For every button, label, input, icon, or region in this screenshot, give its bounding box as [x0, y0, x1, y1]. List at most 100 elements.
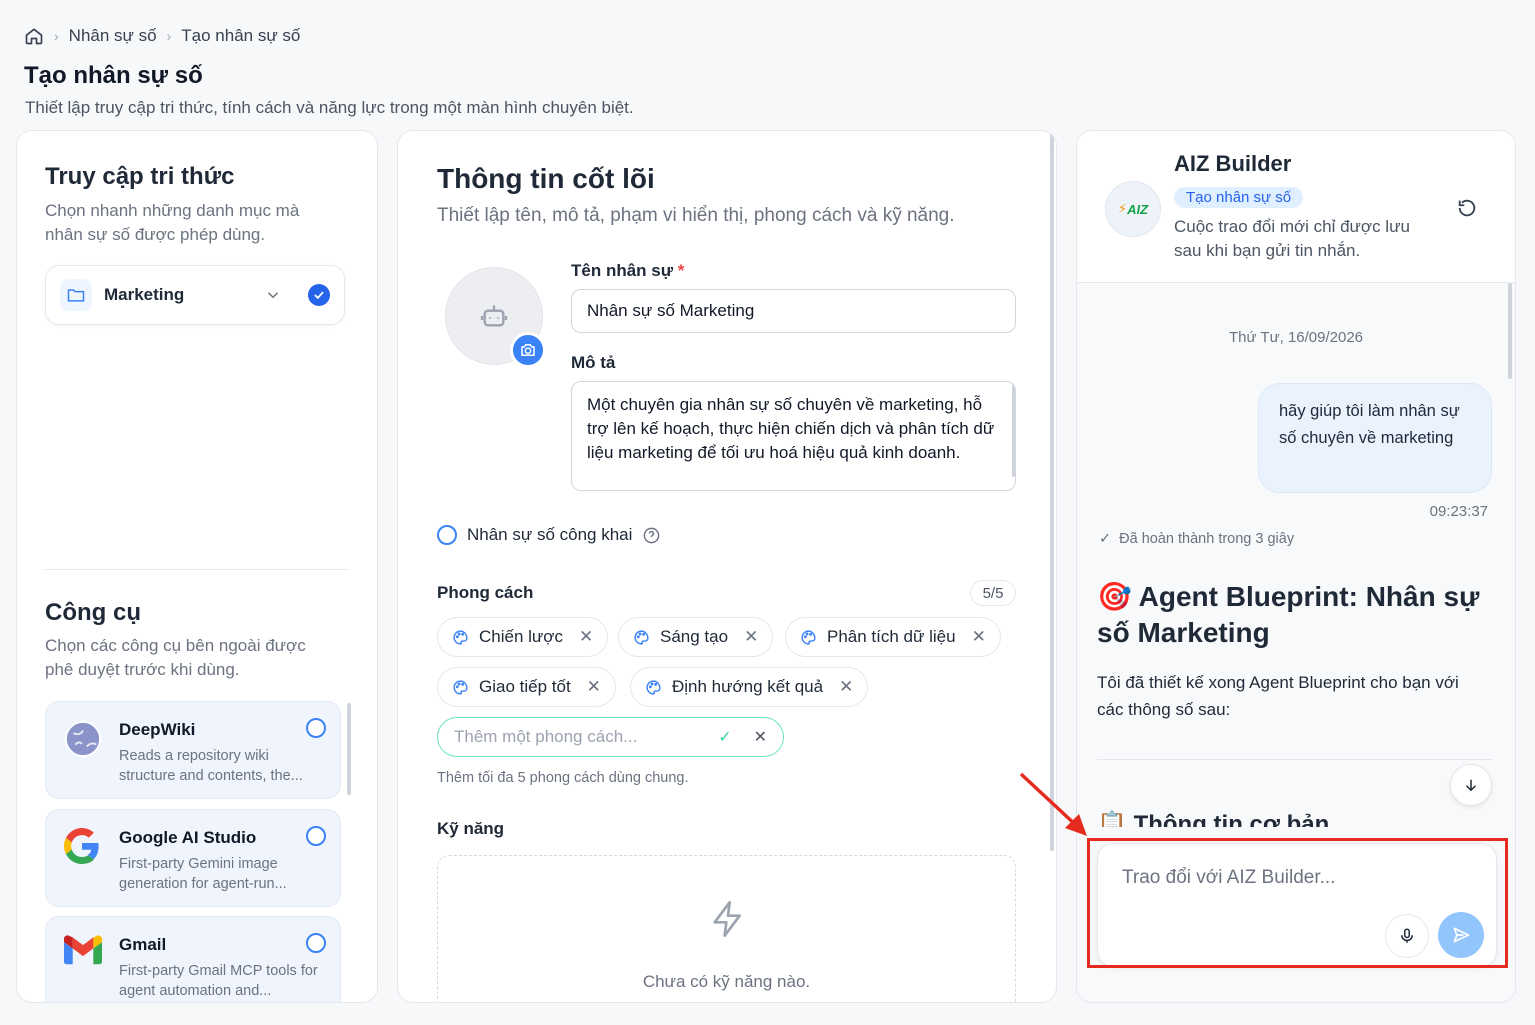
confirm-icon[interactable]: ✓ — [718, 727, 731, 747]
chat-composer[interactable]: Trao đổi với AIZ Builder... — [1097, 843, 1497, 967]
skills-label: Kỹ năng — [437, 819, 505, 838]
core-title: Thông tin cốt lõi — [437, 163, 655, 194]
remove-chip-icon[interactable]: ✕ — [972, 627, 986, 647]
blueprint-heading: 🎯 Agent Blueprint: Nhân sự số Marketing — [1097, 581, 1480, 648]
description-textarea[interactable]: Một chuyên gia nhân sự số chuyên về mark… — [571, 381, 1016, 491]
remove-chip-icon[interactable]: ✕ — [579, 627, 593, 647]
send-button[interactable] — [1438, 912, 1484, 958]
divider — [45, 569, 349, 570]
textarea-scrollbar — [1012, 385, 1015, 477]
arrow-annotation-icon — [1019, 772, 1087, 836]
tool-name: DeepWiki — [119, 720, 196, 739]
knowledge-desc: Chọn nhanh những danh mục mà nhân sự số đ… — [45, 201, 300, 244]
page-title: Tạo nhân sự số — [24, 62, 203, 89]
aiz-logo: ⚡ AIZ — [1105, 181, 1161, 237]
tool-desc: Reads a repository wiki structure and co… — [119, 748, 303, 784]
style-count-badge: 5/5 — [970, 580, 1016, 606]
chevron-down-icon[interactable] — [264, 286, 282, 304]
name-label: Tên nhân sự * — [571, 261, 685, 280]
divider — [1097, 759, 1493, 760]
chevron-right-icon: › — [166, 28, 172, 44]
style-chip: Giao tiếp tốt ✕ — [437, 667, 616, 707]
palette-icon — [634, 629, 649, 645]
add-style-placeholder: Thêm một phong cách... — [454, 727, 638, 746]
target-icon: 🎯 — [1097, 581, 1132, 612]
remove-chip-icon[interactable]: ✕ — [744, 627, 758, 647]
palette-icon — [801, 629, 816, 645]
style-chip: Phân tích dữ liệu ✕ — [785, 617, 1001, 657]
camera-icon[interactable] — [510, 332, 546, 368]
tool-radio[interactable] — [306, 718, 326, 738]
folder-icon — [60, 279, 92, 311]
breadcrumb-item-current: Tạo nhân sự số — [181, 26, 301, 45]
public-toggle[interactable]: Nhân sự số công khai — [437, 525, 661, 545]
remove-chip-icon[interactable]: ✕ — [839, 677, 853, 697]
chat-header: ⚡ AIZ AIZ Builder Tạo nhân sự số Cuộc tra… — [1077, 131, 1515, 283]
chat-input[interactable]: Trao đổi với AIZ Builder... — [1122, 867, 1335, 889]
style-chip: Định hướng kết quả ✕ — [630, 667, 869, 707]
add-style-input[interactable]: Thêm một phong cách... ✓ ✕ — [437, 717, 784, 757]
remove-chip-icon[interactable]: ✕ — [587, 677, 601, 697]
description-label: Mô tả — [571, 353, 616, 372]
microphone-button[interactable] — [1385, 914, 1429, 958]
chevron-right-icon: › — [54, 28, 59, 44]
style-chip-label: Sáng tạo — [660, 627, 729, 646]
help-icon[interactable] — [642, 526, 661, 545]
palette-icon — [646, 679, 661, 695]
tool-card-deepwiki[interactable]: DeepWiki Reads a repository wiki structu… — [45, 701, 341, 799]
public-radio[interactable] — [437, 525, 457, 545]
chat-badge: Tạo nhân sự số — [1174, 187, 1304, 208]
chat-date: Thứ Tư, 16/09/2026 — [1228, 329, 1364, 346]
tool-name: Gmail — [119, 935, 167, 954]
clipboard-icon: 📋 — [1097, 811, 1127, 827]
breadcrumb-item-digital-staff[interactable]: Nhân sự số — [69, 26, 157, 46]
core-info-panel: Thông tin cốt lõi Thiết lập tên, mô tả, … — [397, 130, 1057, 1003]
arrow-down-icon — [1465, 779, 1477, 792]
tools-title: Công cụ — [45, 599, 141, 626]
refresh-icon[interactable] — [1456, 197, 1478, 219]
core-scrollbar[interactable] — [1050, 131, 1054, 851]
tool-card-google-ai-studio[interactable]: Google AI Studio First-party Gemini imag… — [45, 809, 341, 907]
completion-status: ✓ Đã hoàn thành trong 3 giây — [1099, 531, 1294, 547]
check-circle-icon[interactable] — [308, 284, 330, 306]
tools-desc: Chọn các công cụ bên ngoài được phê duyệt… — [45, 636, 306, 679]
google-icon — [64, 828, 102, 866]
style-chip-label: Chiến lược — [479, 627, 563, 646]
tool-radio[interactable] — [306, 933, 326, 953]
chat-note: Cuộc trao đổi mới chỉ được lưu sau khi bạ… — [1174, 217, 1410, 260]
style-hint: Thêm tối đa 5 phong cách dùng chung. — [437, 770, 689, 786]
palette-icon — [453, 629, 468, 645]
style-label: Phong cách — [437, 583, 534, 602]
public-label: Nhân sự số công khai — [467, 525, 633, 544]
style-chip-label: Phân tích dữ liệu — [827, 627, 956, 646]
tool-desc: First-party Gemini image generation for … — [119, 856, 287, 892]
skills-empty-box[interactable]: Chưa có kỹ năng nào. — [437, 855, 1016, 1002]
tools-scrollbar[interactable] — [347, 703, 351, 795]
scroll-down-button[interactable] — [1450, 764, 1492, 806]
style-chip: Chiến lược ✕ — [437, 617, 609, 657]
name-input[interactable] — [571, 289, 1016, 333]
tool-desc: First-party Gmail MCP tools for agent au… — [119, 963, 318, 999]
tool-radio[interactable] — [306, 826, 326, 846]
knowledge-title: Truy cập tri thức — [45, 163, 235, 190]
send-icon — [1453, 927, 1470, 943]
microphone-icon — [1401, 928, 1413, 943]
tool-name: Google AI Studio — [119, 828, 257, 847]
clear-icon[interactable]: ✕ — [754, 727, 767, 747]
completion-status-text: Đã hoàn thành trong 3 giây — [1119, 531, 1295, 547]
style-chip: Sáng tạo ✕ — [618, 617, 774, 657]
gmail-icon — [64, 935, 102, 973]
bot-icon — [480, 305, 508, 327]
lightning-icon — [708, 896, 748, 942]
check-icon: ✓ — [1099, 531, 1112, 547]
style-chip-label: Giao tiếp tốt — [479, 677, 571, 696]
user-message-bubble: hãy giúp tôi làm nhân sự số chuyên về ma… — [1258, 383, 1492, 493]
home-icon[interactable] — [24, 26, 44, 46]
section-heading: 📋 Thông tin cơ bản — [1097, 807, 1329, 827]
page-subtitle: Thiết lập truy cập tri thức, tính cách v… — [25, 98, 634, 117]
style-chip-label: Định hướng kết quả — [672, 677, 824, 696]
knowledge-select-marketing[interactable]: Marketing — [45, 265, 345, 325]
core-subtitle: Thiết lập tên, mô tả, phạm vi hiển thị, … — [437, 205, 955, 226]
chat-name: AIZ Builder — [1174, 151, 1292, 176]
tool-card-gmail[interactable]: Gmail First-party Gmail MCP tools for ag… — [45, 916, 341, 1002]
